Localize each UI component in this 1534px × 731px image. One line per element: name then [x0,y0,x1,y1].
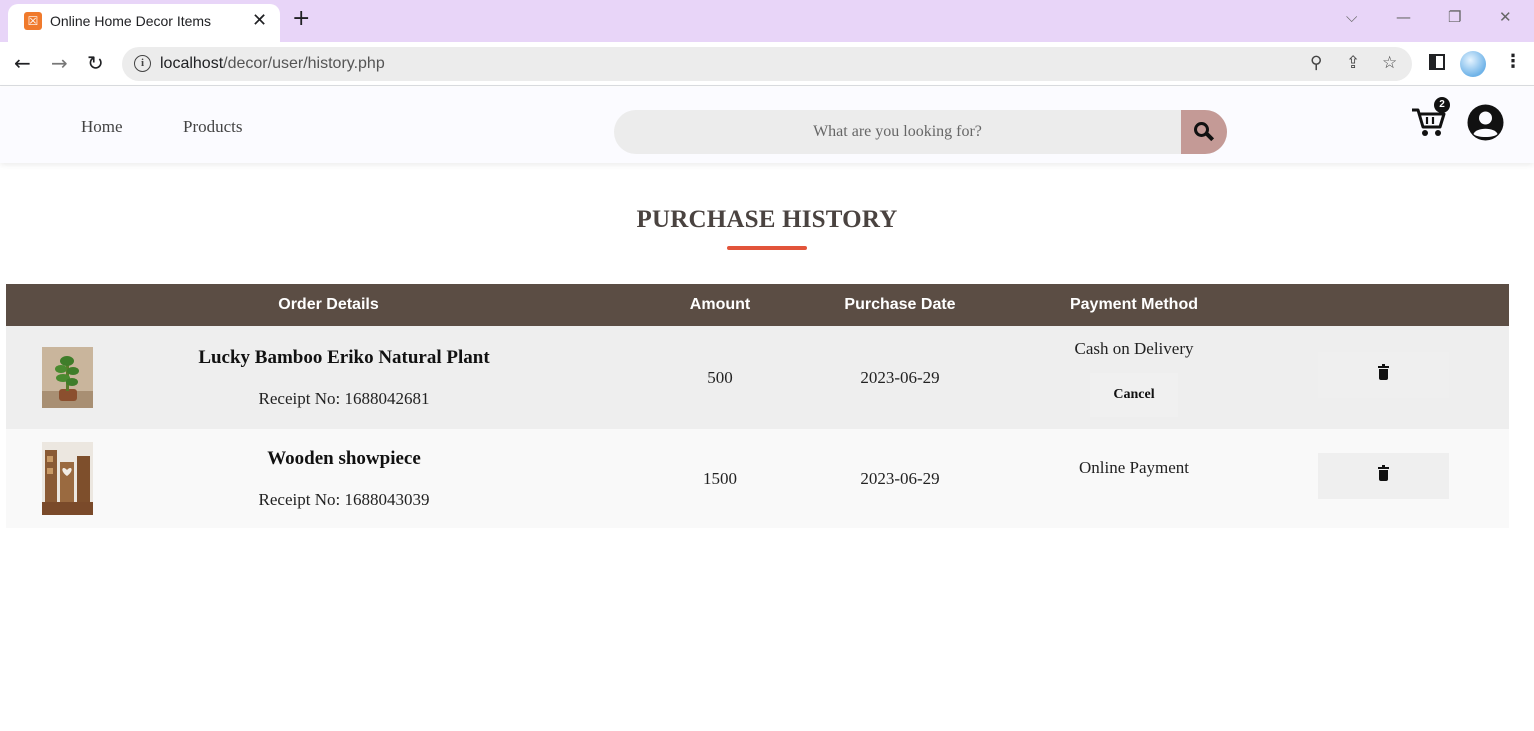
payment-method-text: Cash on Delivery [1074,338,1194,358]
trash-icon [1377,465,1389,481]
cart-count-badge: 2 [1434,97,1450,113]
product-name: Lucky Bamboo Eriko Natural Plant [198,346,490,368]
browser-tab[interactable]: ☒ Online Home Decor Items ✕ [8,4,280,42]
back-arrow-icon[interactable]: ← [14,51,31,75]
col-actions [1257,284,1509,326]
restore-icon[interactable]: ❐ [1448,8,1461,26]
purchase-date-cell: 2023-06-29 [789,326,1011,429]
nav-products-link[interactable]: Products [183,117,243,137]
payment-method-cell: Cash on Delivery Cancel [1011,326,1257,429]
reload-icon[interactable]: ↻ [87,51,104,75]
order-details-cell: Lucky Bamboo Eriko Natural Plant Receipt… [6,326,651,429]
col-order-details: Order Details [6,284,651,326]
side-panel-icon[interactable] [1429,54,1445,70]
product-image-wooden-showpiece[interactable] [42,442,93,515]
minimize-icon[interactable]: — [1396,8,1411,26]
nav-home-link[interactable]: Home [81,117,123,137]
col-payment-method: Payment Method [1011,284,1257,326]
title-underline [727,246,807,250]
payment-method-cell: Online Payment [1011,429,1257,528]
share-icon[interactable]: ⇪ [1346,53,1360,73]
cancel-order-button[interactable]: Cancel [1090,372,1178,417]
page-title: PURCHASE HISTORY [636,206,898,233]
search-button[interactable] [1181,110,1227,154]
receipt-number: Receipt No: 1688043039 [258,489,430,509]
tab-close-icon[interactable]: ✕ [252,10,267,31]
table-row: Lucky Bamboo Eriko Natural Plant Receipt… [6,326,1509,429]
search-input[interactable] [614,110,1181,154]
delete-order-button[interactable] [1317,453,1449,499]
bookmark-star-icon[interactable]: ☆ [1382,53,1397,73]
tab-search-icon[interactable]: ⌵ [1346,8,1357,26]
receipt-number: Receipt No: 1688042681 [258,388,430,408]
new-tab-button[interactable]: + [292,6,310,31]
actions-cell [1257,326,1509,429]
col-amount: Amount [651,284,789,326]
user-account-icon[interactable] [1467,104,1504,141]
profile-avatar-icon[interactable] [1460,51,1486,77]
product-name: Wooden showpiece [267,447,421,469]
table-row: Wooden showpiece Receipt No: 1688043039 … [6,429,1509,528]
order-details-cell: Wooden showpiece Receipt No: 1688043039 [6,429,651,528]
address-bar[interactable]: i localhost/decor/user/history.php ⚲ ⇪ ☆ [122,47,1412,81]
actions-cell [1257,429,1509,528]
browser-tabbar: ☒ Online Home Decor Items ✕ + ⌵ — ❐ ✕ [0,0,1534,42]
amount-cell: 500 [651,326,789,429]
window-close-icon[interactable]: ✕ [1499,8,1512,26]
delete-order-button[interactable] [1317,352,1449,398]
zoom-icon[interactable]: ⚲ [1310,53,1322,73]
site-header: Home Products 2 [0,87,1534,163]
forward-arrow-icon[interactable]: → [51,51,68,75]
search-bar [614,110,1227,154]
browser-toolbar: ← → ↻ i localhost/decor/user/history.php… [0,42,1534,86]
tab-title: Online Home Decor Items [50,13,212,29]
amount-cell: 1500 [651,429,789,528]
url-text[interactable]: localhost/decor/user/history.php [160,55,385,73]
col-purchase-date: Purchase Date [789,284,1011,326]
product-image-bamboo[interactable] [42,347,93,408]
trash-icon [1377,364,1389,380]
xampp-favicon-icon: ☒ [24,12,42,30]
site-info-icon[interactable]: i [134,55,151,72]
browser-menu-icon[interactable]: ⋮ [1504,51,1522,72]
purchase-date-cell: 2023-06-29 [789,429,1011,528]
payment-method-text: Online Payment [1078,457,1189,477]
table-header-row: Order Details Amount Purchase Date Payme… [6,284,1509,326]
purchase-history-table: Order Details Amount Purchase Date Payme… [6,284,1509,528]
